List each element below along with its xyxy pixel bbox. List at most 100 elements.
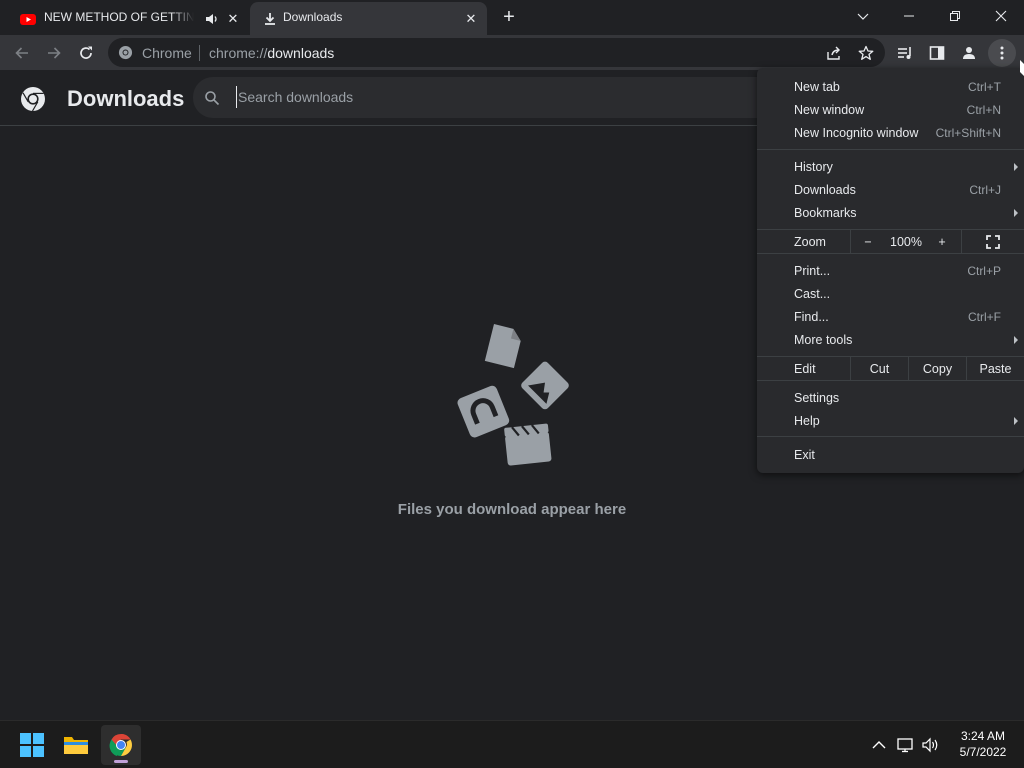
clock-date: 5/7/2022 [959, 745, 1007, 759]
menu-item-bookmarks[interactable]: Bookmarks [757, 201, 1024, 224]
star-icon [858, 45, 874, 60]
menu-item-exit[interactable]: Exit [757, 443, 1024, 466]
clock[interactable]: 3:24 AM 5/7/2022 [948, 728, 1018, 760]
reload-icon [80, 46, 92, 59]
fullscreen-button[interactable] [973, 230, 1013, 253]
menu-item-settings[interactable]: Settings [757, 386, 1024, 409]
paste-button[interactable]: Paste [967, 357, 1024, 380]
volume-button[interactable] [921, 735, 941, 755]
tab-search-button[interactable] [840, 0, 886, 32]
chrome-taskbar-button[interactable] [101, 725, 141, 765]
restore-icon [950, 11, 960, 21]
windows-taskbar: 3:24 AM 5/7/2022 [0, 720, 1024, 768]
search-icon [205, 91, 220, 106]
volume-icon [922, 737, 938, 753]
close-tab-icon[interactable]: ✕ [224, 10, 242, 28]
media-controls-button[interactable] [891, 39, 919, 67]
menu-edit-row: Edit Cut Copy Paste [757, 356, 1024, 381]
chrome-icon [109, 734, 132, 756]
minimize-icon [904, 15, 914, 17]
page-title: Downloads [67, 86, 185, 111]
new-tab-button[interactable]: + [498, 6, 520, 28]
tab-strip: NEW METHOD OF GETTING ✕ Downloads ✕ + [0, 0, 1024, 35]
submenu-arrow-icon [1014, 209, 1018, 217]
tab-youtube[interactable]: NEW METHOD OF GETTING ✕ [8, 2, 248, 35]
close-icon [995, 10, 1007, 22]
submenu-arrow-icon [1014, 163, 1018, 171]
folder-icon [64, 737, 88, 754]
menu-zoom-row: Zoom − 100% + [757, 229, 1024, 254]
zoom-level: 100% [890, 234, 922, 249]
side-panel-icon [929, 46, 945, 60]
submenu-arrow-icon [1014, 417, 1018, 425]
audio-file-icon [457, 385, 510, 438]
menu-item-new-window[interactable]: New window Ctrl+N [757, 98, 1024, 121]
reload-button[interactable] [72, 39, 100, 67]
menu-separator [757, 149, 1024, 150]
zoom-out-button[interactable]: − [853, 230, 883, 253]
zoom-in-button[interactable]: + [927, 230, 957, 253]
clock-time: 3:24 AM [960, 729, 1006, 743]
person-icon [963, 47, 975, 59]
edit-label: Edit [794, 362, 816, 376]
share-button[interactable] [825, 44, 843, 62]
forward-button[interactable] [40, 39, 68, 67]
chrome-menu-button[interactable] [988, 39, 1016, 67]
address-bar[interactable]: Chrome chrome://downloads [108, 38, 885, 67]
no-downloads-illustration [457, 324, 569, 466]
tab-title: NEW METHOD OF GETTING [44, 10, 194, 24]
youtube-icon [20, 14, 36, 25]
chrome-menu: New tab Ctrl+T New window Ctrl+N New Inc… [757, 68, 1024, 473]
copy-button[interactable]: Copy [909, 357, 966, 380]
video-file-icon [504, 423, 552, 466]
search-input[interactable] [236, 86, 636, 108]
show-hidden-icons-button[interactable] [869, 735, 889, 755]
chrome-logo-icon [21, 87, 45, 112]
cut-button[interactable]: Cut [851, 357, 908, 380]
file-explorer-button[interactable] [56, 725, 96, 765]
speaker-icon[interactable] [204, 11, 220, 27]
download-icon [265, 13, 275, 25]
document-icon [484, 324, 521, 369]
windows-logo-icon [20, 733, 44, 757]
menu-item-new-tab[interactable]: New tab Ctrl+T [757, 75, 1024, 98]
minimize-button[interactable] [886, 0, 932, 32]
browser-toolbar: Chrome chrome://downloads [0, 35, 1024, 70]
submenu-arrow-icon [1014, 336, 1018, 344]
menu-item-more-tools[interactable]: More tools [757, 328, 1024, 351]
close-tab-icon[interactable]: ✕ [462, 10, 480, 28]
share-icon [827, 46, 840, 60]
site-name: Chrome [142, 45, 192, 61]
active-indicator [114, 760, 128, 763]
search-box[interactable] [193, 77, 773, 118]
restore-button[interactable] [932, 0, 978, 32]
profile-button[interactable] [955, 39, 983, 67]
chevron-down-icon [857, 13, 869, 20]
image-icon [521, 361, 569, 410]
start-button[interactable] [12, 725, 52, 765]
more-vert-icon [1000, 46, 1004, 60]
url-text[interactable]: chrome://downloads [209, 45, 334, 61]
chrome-icon [118, 45, 133, 60]
mouse-cursor-icon [1020, 60, 1024, 76]
back-button[interactable] [8, 39, 36, 67]
side-panel-button[interactable] [923, 39, 951, 67]
menu-item-new-incognito-window[interactable]: New Incognito window Ctrl+Shift+N [757, 121, 1024, 144]
network-icon [897, 738, 913, 753]
tab-title: Downloads [283, 10, 343, 24]
bookmark-star-button[interactable] [857, 44, 875, 62]
menu-item-downloads[interactable]: Downloads Ctrl+J [757, 178, 1024, 201]
close-window-button[interactable] [978, 0, 1024, 32]
empty-state-message: Files you download appear here [397, 501, 627, 518]
media-queue-icon [898, 47, 911, 59]
menu-item-cast[interactable]: Cast... [757, 282, 1024, 305]
menu-item-help[interactable]: Help [757, 409, 1024, 432]
menu-separator [757, 436, 1024, 437]
menu-item-history[interactable]: History [757, 155, 1024, 178]
tab-downloads[interactable]: Downloads ✕ [250, 2, 487, 35]
menu-item-find[interactable]: Find... Ctrl+F [757, 305, 1024, 328]
menu-item-print[interactable]: Print... Ctrl+P [757, 259, 1024, 282]
network-button[interactable] [896, 735, 916, 755]
fullscreen-icon [986, 234, 1000, 249]
zoom-label: Zoom [794, 235, 826, 249]
